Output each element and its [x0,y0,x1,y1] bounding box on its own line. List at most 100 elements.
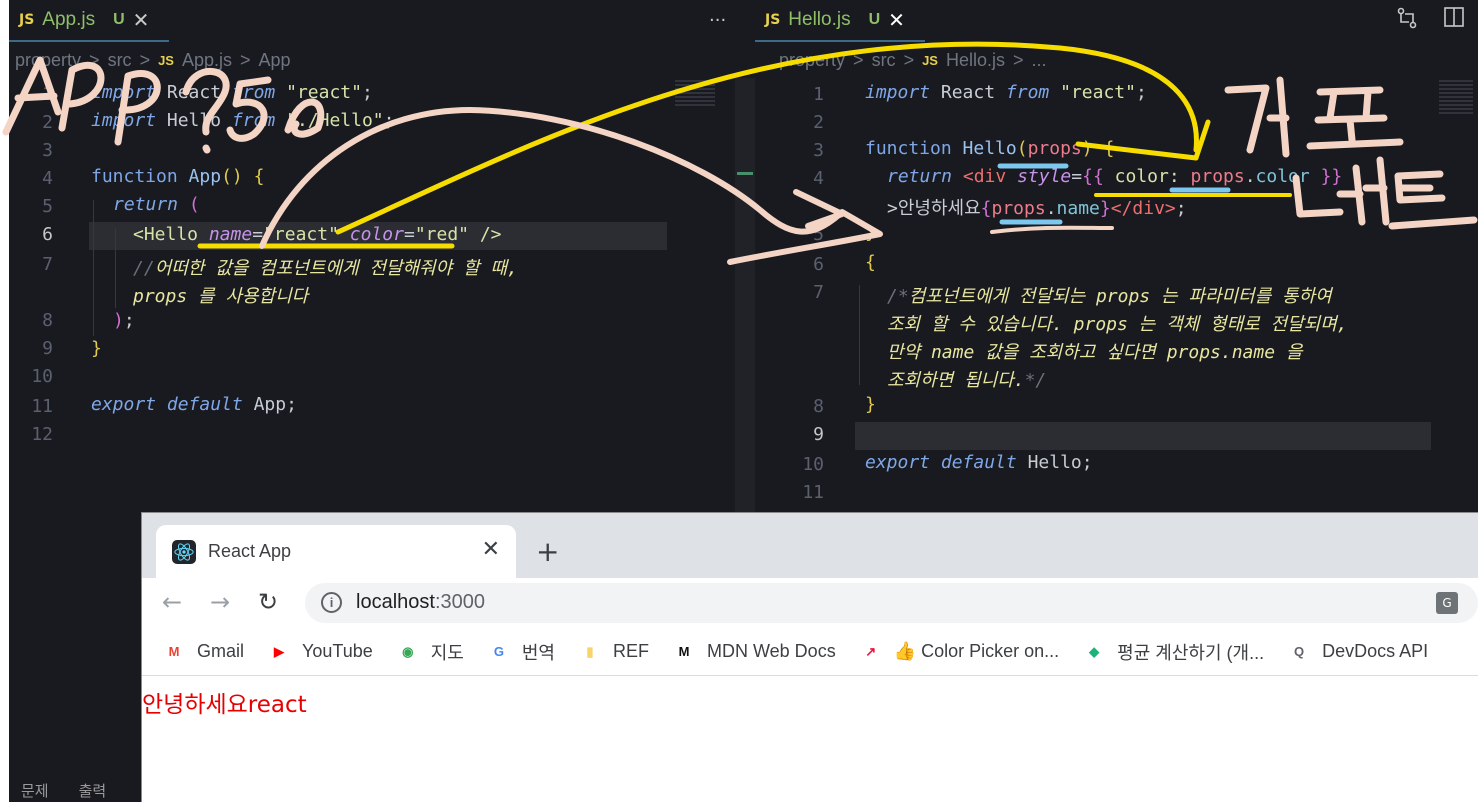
bookmark-item[interactable]: ↗ 👍 Color Picker on... [860,641,1059,663]
line-number: 4 [42,168,53,189]
color-picker-icon: ↗ [865,643,877,659]
bookmark-item[interactable]: ◉ 지도 [397,639,464,665]
breadcrumb-folder[interactable]: property [15,50,81,71]
tab-label: Hello.js [788,9,851,30]
bookmark-item[interactable]: ◆ 평균 계산하기 (개... [1083,639,1264,665]
code-line: export default Hello; [865,452,1093,473]
bookmark-item[interactable]: Q DevDocs API [1288,641,1428,663]
breadcrumb: property > src > JS Hello.js > ... [779,50,1047,71]
chevron-right-icon: > [240,50,251,70]
translate-icon[interactable]: G [1436,592,1458,614]
line-number: 2 [42,112,53,133]
tab-output[interactable]: 출력 [79,780,107,802]
line-number: 6 [42,224,53,245]
line-number: 7 [813,282,824,303]
close-tab-icon[interactable]: ✕ [482,537,500,562]
address-bar[interactable]: i localhost:3000 G [305,583,1478,623]
code-comment: //어떠한 값을 컴포넌트에게 전달해줘야 할 때, [133,258,518,279]
line-number: 3 [813,140,824,161]
breadcrumb-file[interactable]: Hello.js [946,50,1005,71]
left-tab-bar: JS App.js U ✕ ··· [9,0,735,42]
bookmarks-bar: M Gmail ▶ YouTube ◉ 지도 G 번역 ▮ REF M MDN Web Docs ↗ 👍 … [142,628,1478,676]
line-number: 5 [813,224,824,245]
line-number: 5 [42,196,53,217]
bottom-panel-tabs: 문제 출력 [9,780,149,802]
bookmark-label: MDN Web Docs [707,641,836,661]
bookmark-item[interactable]: G 번역 [488,639,555,665]
line-number: 2 [813,112,824,133]
breadcrumb-file[interactable]: App.js [182,50,232,71]
minimap[interactable] [675,80,715,108]
code-line: { [865,252,876,273]
line-number: 11 [31,396,53,417]
bookmark-item[interactable]: M MDN Web Docs [673,641,836,663]
bookmark-item[interactable]: ▶ YouTube [268,641,373,663]
code-comment: 조회 할 수 있습니다. props 는 객체 형태로 전달되며, [887,314,1348,335]
split-editor-icon[interactable] [1443,6,1465,34]
chevron-right-icon: > [903,50,915,70]
youtube-icon: ▶ [274,643,285,659]
minimap[interactable] [1439,80,1473,116]
line-number: 6 [813,254,824,275]
bookmark-item[interactable]: M Gmail [163,641,244,663]
new-tab-button[interactable]: + [536,535,559,568]
indent-guide [93,200,94,336]
code-line: <Hello name="react" color="red" /> [133,224,502,245]
indent-guide [115,228,116,308]
code-line: ); [113,310,135,331]
close-icon[interactable]: ✕ [133,8,150,33]
line-number: 4 [813,168,824,189]
folder-icon: ▮ [586,643,594,659]
tab-hello-js[interactable]: JS Hello.js U ✕ [755,0,925,42]
scrollbar[interactable] [735,78,755,518]
translate-icon: G [493,644,504,659]
line-number: 1 [813,84,824,105]
compare-changes-icon[interactable] [1395,6,1419,36]
browser-toolbar: ← → ↻ i localhost:3000 G [142,578,1478,628]
code-line: } [91,338,102,359]
chevron-right-icon: > [89,50,100,70]
current-line-highlight [855,422,1431,450]
js-file-icon: JS [19,12,35,28]
line-number: 9 [813,424,824,445]
line-number: 3 [42,140,53,161]
breadcrumb-folder[interactable]: src [108,50,132,71]
line-number: 8 [42,310,53,331]
breadcrumb-folder[interactable]: src [872,50,896,71]
js-file-icon: JS [765,12,781,28]
forward-arrow-icon[interactable]: → [210,588,230,616]
breadcrumb-folder[interactable]: property [779,50,845,71]
untracked-badge: U [113,11,125,28]
line-number: 1 [42,84,53,105]
devdocs-icon: Q [1294,644,1305,659]
bookmark-label: 평균 계산하기 (개... [1117,642,1265,663]
tab-problems[interactable]: 문제 [21,780,49,802]
code-line: function Hello(props) { [865,138,1115,159]
breadcrumb-symbol[interactable]: App [259,50,291,71]
reload-icon[interactable]: ↻ [258,588,278,616]
code-comment: 만약 name 값을 조회하고 싶다면 props.name 을 [887,342,1303,363]
line-number: 10 [31,366,53,387]
code-comment: /*컴포넌트에게 전달되는 props 는 파라미터를 통하여 [887,286,1332,307]
browser-tab-title: React App [208,541,292,561]
line-number: 8 [813,396,824,417]
untracked-badge: U [868,11,881,28]
chevron-right-icon: > [1013,50,1024,70]
code-line: import React from "react"; [865,82,1147,103]
react-logo-icon [172,539,196,564]
line-number: 10 [802,454,824,475]
site-info-icon[interactable]: i [321,592,342,613]
browser-tab-strip: React App ✕ + [142,513,1478,578]
browser-tab[interactable]: React App ✕ [156,525,516,578]
code-line: return <div style={{ color: props.color … [887,166,1343,187]
close-icon[interactable]: ✕ [888,8,905,33]
back-arrow-icon[interactable]: ← [162,588,182,616]
code-line: >안녕하세요{props.name}</div>; [887,198,1187,219]
line-number: 9 [42,338,53,359]
breadcrumb-more[interactable]: ... [1032,50,1047,71]
more-actions-icon[interactable]: ··· [709,10,726,31]
code-line: import React from "react"; [91,82,373,103]
bookmark-item[interactable]: ▮ REF [579,641,649,663]
tab-app-js[interactable]: JS App.js U ✕ [9,0,169,42]
url-text[interactable]: localhost:3000 [356,591,485,614]
